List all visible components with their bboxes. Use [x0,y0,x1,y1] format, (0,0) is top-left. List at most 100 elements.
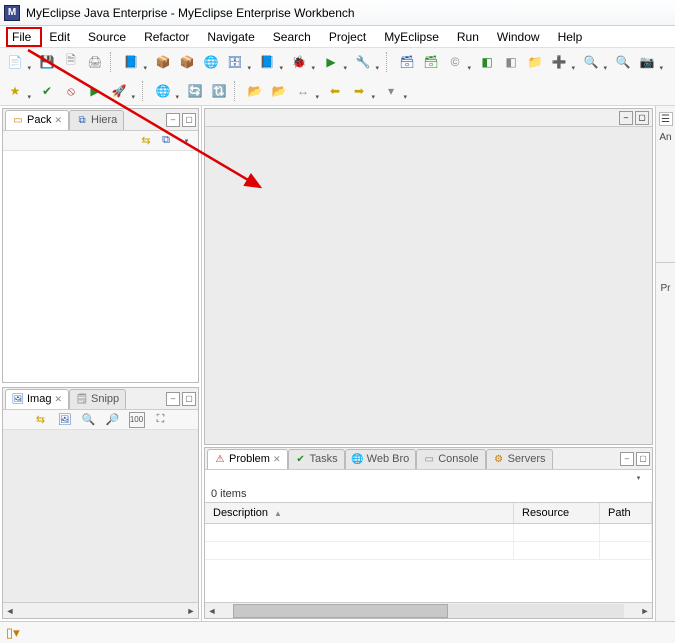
close-icon[interactable]: ✕ [54,394,62,405]
new-class-button[interactable]: 📘 [256,51,278,73]
server-button[interactable]: 🗄 [224,51,246,73]
package-icon[interactable]: 📦 [152,51,174,73]
tab-image[interactable]: 🖼 Imag ✕ [5,389,69,409]
db-button[interactable]: 🗃 [396,51,418,73]
search-button[interactable]: 🔍 [612,51,634,73]
new-package-button[interactable]: ➕ [548,51,570,73]
package-icon-2[interactable]: 📦 [176,51,198,73]
uml-button-2[interactable]: ◧ [500,51,522,73]
maximize-view-icon[interactable]: ▢ [182,392,196,406]
zoom-out-icon[interactable]: 🔍 [81,412,97,428]
run-button[interactable]: ▶ [320,51,342,73]
history-button[interactable]: ▾ [380,80,402,102]
close-icon[interactable]: ✕ [54,115,62,126]
scroll-right-icon[interactable]: ► [184,604,198,618]
camera-button[interactable]: 📷 [636,51,658,73]
scroll-left-icon[interactable]: ◄ [205,604,219,618]
menu-navigate[interactable]: Navigate [199,28,262,46]
new-wizard-button[interactable]: 📄 [4,51,26,73]
menu-search[interactable]: Search [265,28,319,46]
tab-package-explorer[interactable]: ▭ Pack ✕ [5,110,69,130]
menu-window[interactable]: Window [489,28,548,46]
folder-button[interactable]: 📁 [524,51,546,73]
minimize-view-icon[interactable]: – [620,452,634,466]
tab-servers[interactable]: ⚙ Servers [486,449,553,469]
editor-area[interactable]: – ▢ [204,108,653,445]
new-project-button[interactable]: 📘 [120,51,142,73]
refresh-button[interactable]: 🔄 [184,80,206,102]
print-button[interactable]: 🖨 [84,51,106,73]
image-hscroll[interactable]: ◄ ► [3,602,198,618]
tab-problems[interactable]: ⚠ Problem ✕ [207,449,288,469]
fit-icon[interactable]: ⛶ [153,412,169,428]
menu-myeclipse[interactable]: MyEclipse [376,28,447,46]
close-icon[interactable]: ✕ [273,454,281,465]
zoom-100-icon[interactable]: 100 [129,412,145,428]
stop-button[interactable]: ⦸ [60,80,82,102]
play-button[interactable]: ▶ [84,80,106,102]
tab-console[interactable]: ▭ Console [416,449,485,469]
image-prev-icon[interactable]: 🖼 [57,412,73,428]
menu-edit[interactable]: Edit [41,28,78,46]
class-button[interactable]: © [444,51,466,73]
uml-button[interactable]: ◧ [476,51,498,73]
scroll-track[interactable] [233,604,624,618]
browser-button[interactable]: 🌐 [152,80,174,102]
db-button-2[interactable]: 🗃 [420,51,442,73]
nav-icon[interactable]: ⇆ [33,412,49,428]
console-icon: ▭ [423,453,435,465]
col-resource[interactable]: Resource [514,503,600,523]
servers-icon: ⚙ [493,453,505,465]
back-button[interactable]: ⬅ [324,80,346,102]
minimize-view-icon[interactable]: – [166,392,180,406]
open-button[interactable]: 📂 [244,80,266,102]
open-type-button[interactable]: 🔍 [580,51,602,73]
menu-source[interactable]: Source [80,28,134,46]
scroll-right-icon[interactable]: ► [638,604,652,618]
link-editor-icon[interactable]: ⧉ [158,133,174,149]
attach-button[interactable]: 🚀 [108,80,130,102]
col-description[interactable]: Description ▲ [205,503,514,523]
tab-hierarchy[interactable]: ⧉ Hiera [69,110,124,130]
scroll-left-icon[interactable]: ◄ [3,604,17,618]
perspective-icon[interactable]: ▯▾ [6,625,20,641]
maximize-view-icon[interactable]: ▢ [182,113,196,127]
menu-project[interactable]: Project [321,28,374,46]
sync-button[interactable]: 🔃 [208,80,230,102]
save-all-button[interactable]: 🗎 [60,51,82,73]
deploy-button[interactable]: 🌐 [200,51,222,73]
menu-file[interactable]: File [4,28,39,46]
image-body[interactable] [3,430,198,602]
open-button-2[interactable]: 📂 [268,80,290,102]
zoom-in-icon[interactable]: 🔎 [105,412,121,428]
tab-web-browser[interactable]: 🌐 Web Bro [345,449,417,469]
annotation-button[interactable]: ★ [4,80,26,102]
maximize-view-icon[interactable]: ▢ [636,452,650,466]
menu-help[interactable]: Help [550,28,591,46]
scroll-thumb[interactable] [233,604,448,618]
problems-count: 0 items [205,486,652,502]
view-menu-icon[interactable] [178,133,194,149]
menu-refactor[interactable]: Refactor [136,28,197,46]
maximize-view-icon[interactable]: ▢ [635,111,649,125]
minimize-view-icon[interactable]: – [619,111,633,125]
tab-snippets[interactable]: 🗒 Snipp [69,389,126,409]
collapse-all-icon[interactable]: ⇆ [138,133,154,149]
problems-table-body[interactable] [205,524,652,602]
tab-label: Imag [27,393,51,405]
package-explorer-body[interactable] [3,151,198,382]
ext-tools-button[interactable]: 🔧 [352,51,374,73]
nav-button[interactable]: ↔ [292,80,314,102]
forward-button[interactable]: ➡ [348,80,370,102]
save-button[interactable]: 💾 [36,51,58,73]
view-menu-icon[interactable] [630,470,646,486]
outline-stub-icon[interactable]: ☰ [659,112,673,126]
tasks-button[interactable]: ✔ [36,80,58,102]
debug-button[interactable]: 🐞 [288,51,310,73]
left-column: ▭ Pack ✕ ⧉ Hiera – ▢ ⇆ ⧉ [0,106,202,621]
tab-tasks[interactable]: ✔ Tasks [288,449,345,469]
problems-hscroll[interactable]: ◄ ► [205,602,652,618]
menu-run[interactable]: Run [449,28,487,46]
minimize-view-icon[interactable]: – [166,113,180,127]
col-path[interactable]: Path [600,503,652,523]
